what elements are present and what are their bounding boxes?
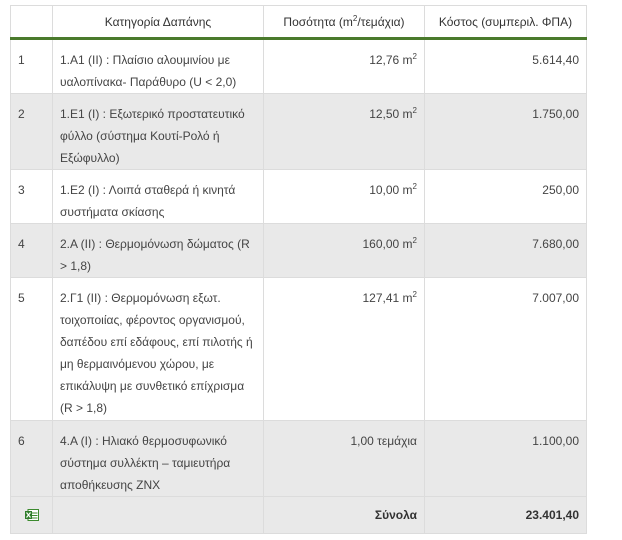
table-body: 1 1.Α1 (ΙΙ) : Πλαίσιο αλουμινίου με υαλο… [10, 38, 587, 497]
row-category: 4.Α (Ι) : Ηλιακό θερμοσυφωνικό σύστημα σ… [52, 420, 264, 497]
row-category: 1.Α1 (ΙΙ) : Πλαίσιο αλουμινίου με υαλοπί… [52, 38, 264, 94]
row-index: 3 [10, 169, 53, 224]
excel-export-icon[interactable] [24, 506, 39, 521]
footer-empty [52, 496, 264, 534]
header-quantity: Ποσότητα (m2/τεμάχια) [263, 5, 425, 40]
total-label: Σύνολα [263, 496, 425, 534]
row-category: 1.Ε2 (Ι) : Λοιπά σταθερά ή κινητά συστήμ… [52, 169, 264, 224]
header-cost: Κόστος (συμπεριλ. ΦΠΑ) [424, 5, 587, 40]
row-index: 6 [10, 420, 53, 497]
row-cost: 250,00 [424, 169, 587, 224]
table-row: 1 1.Α1 (ΙΙ) : Πλαίσιο αλουμινίου με υαλο… [10, 38, 587, 94]
row-index: 4 [10, 223, 53, 278]
row-cost: 1.100,00 [424, 420, 587, 497]
row-category: 1.Ε1 (Ι) : Εξωτερικό προστατευτικό φύλλο… [52, 93, 264, 170]
row-category: 2.Γ1 (ΙΙ) : Θερμομόνωση εξωτ. τοιχοποιία… [52, 277, 264, 421]
row-cost: 7.007,00 [424, 277, 587, 421]
row-index: 1 [10, 38, 53, 94]
row-quantity: 127,41 m2 [263, 277, 425, 421]
row-cost: 5.614,40 [424, 38, 587, 94]
header-index [10, 5, 53, 40]
row-quantity: 12,76 m2 [263, 38, 425, 94]
table-row: 6 4.Α (Ι) : Ηλιακό θερμοσυφωνικό σύστημα… [10, 420, 587, 497]
row-index: 5 [10, 277, 53, 421]
row-quantity: 1,00 τεμάχια [263, 420, 425, 497]
table-row: 3 1.Ε2 (Ι) : Λοιπά σταθερά ή κινητά συστ… [10, 169, 587, 224]
totals-row: Σύνολα 23.401,40 [10, 496, 587, 534]
export-cell[interactable] [10, 496, 53, 534]
row-cost: 7.680,00 [424, 223, 587, 278]
header-category: Κατηγορία Δαπάνης [52, 5, 264, 40]
row-quantity: 160,00 m2 [263, 223, 425, 278]
table-footer: Σύνολα 23.401,40 [10, 496, 587, 534]
row-quantity: 10,00 m2 [263, 169, 425, 224]
table-row: 5 2.Γ1 (ΙΙ) : Θερμομόνωση εξωτ. τοιχοποι… [10, 277, 587, 421]
table-header: Κατηγορία Δαπάνης Ποσότητα (m2/τεμάχια) … [10, 5, 587, 40]
row-category: 2.Α (ΙΙ) : Θερμομόνωση δώματος (R > 1,8) [52, 223, 264, 278]
expense-table: Κατηγορία Δαπάνης Ποσότητα (m2/τεμάχια) … [10, 5, 587, 534]
row-cost: 1.750,00 [424, 93, 587, 170]
table-row: 4 2.Α (ΙΙ) : Θερμομόνωση δώματος (R > 1,… [10, 223, 587, 278]
row-quantity: 12,50 m2 [263, 93, 425, 170]
total-value: 23.401,40 [424, 496, 587, 534]
row-index: 2 [10, 93, 53, 170]
table-row: 2 1.Ε1 (Ι) : Εξωτερικό προστατευτικό φύλ… [10, 93, 587, 170]
